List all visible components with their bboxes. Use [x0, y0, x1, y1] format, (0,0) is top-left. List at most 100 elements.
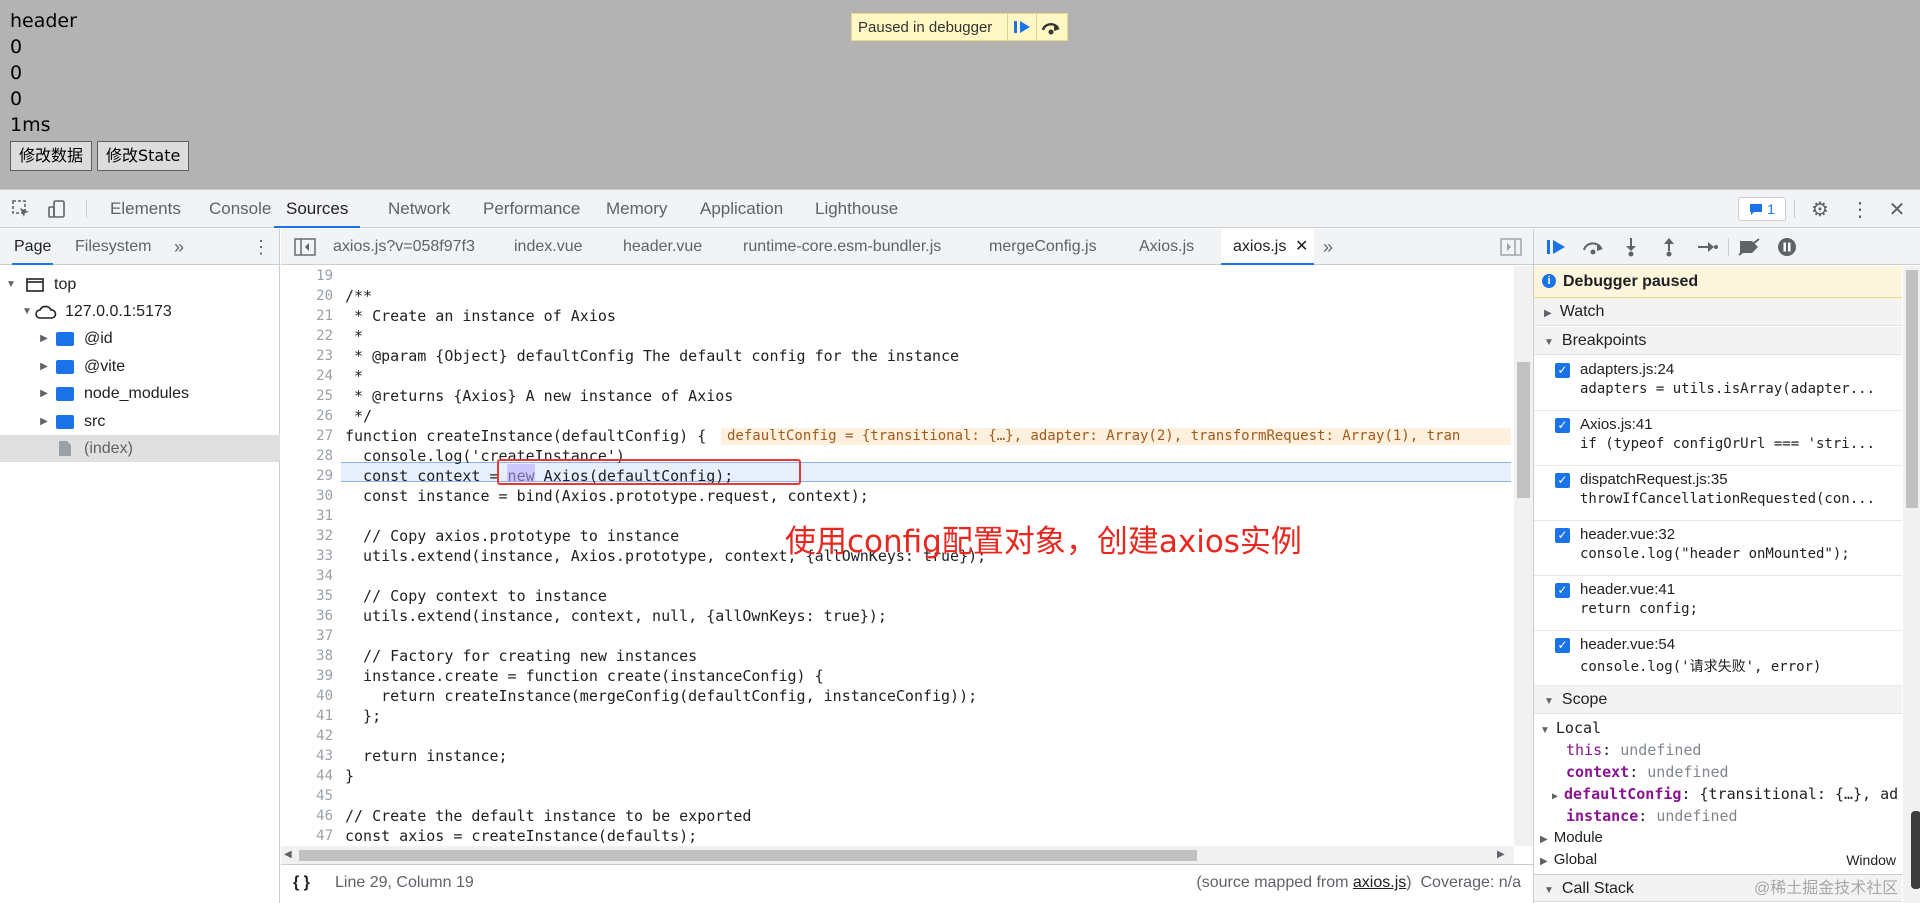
- checkbox-checked-icon[interactable]: ✓: [1555, 638, 1570, 653]
- tab-filesystem[interactable]: Filesystem: [75, 229, 151, 265]
- code-line: 36 utils.extend(instance, context, null,…: [316, 607, 887, 625]
- issues-button[interactable]: 1: [1738, 197, 1786, 221]
- scope-module-header[interactable]: ▶ Module: [1540, 827, 1603, 849]
- breakpoint-item[interactable]: ✓ header.vue:41 return config;: [1534, 576, 1902, 631]
- paused-overlay: Paused in debugger: [851, 13, 1068, 41]
- resume-icon[interactable]: [1545, 238, 1567, 256]
- file-tab[interactable]: header.vue: [623, 229, 702, 265]
- code-line: 30 const instance = bind(Axios.prototype…: [316, 487, 869, 505]
- scroll-left-icon[interactable]: ◀: [284, 849, 292, 860]
- resume-button[interactable]: [1007, 14, 1036, 40]
- tab-page[interactable]: Page: [12, 229, 54, 265]
- step-over-icon[interactable]: [1581, 238, 1605, 256]
- file-tab-active[interactable]: axios.js ✕: [1221, 229, 1315, 265]
- file-tab[interactable]: mergeConfig.js: [989, 229, 1097, 265]
- collapsed-arrow-icon: ▶: [40, 333, 48, 344]
- tree-item-label: 127.0.0.1:5173: [65, 302, 172, 320]
- tab-console[interactable]: Console: [209, 190, 271, 228]
- inspect-element-icon[interactable]: [10, 198, 32, 220]
- tab-elements[interactable]: Elements: [110, 190, 181, 228]
- folder-icon: [56, 386, 74, 401]
- tree-item-host[interactable]: ▼ 127.0.0.1:5173: [0, 298, 280, 325]
- close-devtools-icon[interactable]: ✕: [1886, 198, 1908, 221]
- breakpoints-section-header[interactable]: ▼ Breakpoints: [1534, 327, 1902, 355]
- breakpoint-item[interactable]: ✓ adapters.js:24 adapters = utils.isArray(…: [1534, 356, 1902, 411]
- tab-memory[interactable]: Memory: [606, 190, 667, 228]
- vertical-scrollbar[interactable]: [1514, 266, 1533, 846]
- file-tab[interactable]: index.vue: [514, 229, 583, 265]
- pretty-print-icon[interactable]: { }: [293, 874, 310, 892]
- collapsed-arrow-icon: ▶: [1540, 856, 1548, 867]
- toolbar-divider: [1794, 200, 1795, 218]
- scope-local-header[interactable]: ▼ Local: [1540, 717, 1601, 739]
- global-value: Window: [1846, 852, 1896, 868]
- resume-icon: [1014, 21, 1030, 33]
- tab-performance[interactable]: Performance: [483, 190, 580, 228]
- tree-item-node-modules[interactable]: ▶ node_modules: [0, 380, 280, 407]
- file-tab[interactable]: Axios.js: [1139, 229, 1194, 265]
- toggle-navigator-icon[interactable]: [294, 238, 316, 256]
- breakpoint-item[interactable]: ✓ Axios.js:41 if (typeof configOrUrl === '…: [1534, 411, 1902, 466]
- scroll-right-icon[interactable]: ▶: [1497, 849, 1505, 860]
- checkbox-checked-icon[interactable]: ✓: [1555, 418, 1570, 433]
- device-toolbar-icon[interactable]: [46, 198, 68, 220]
- tree-item-label: (index): [84, 439, 133, 457]
- scrollbar-thumb[interactable]: [299, 850, 1197, 861]
- source-map-link[interactable]: axios.js: [1353, 874, 1406, 891]
- tree-item-index[interactable]: (index): [0, 435, 280, 462]
- more-options-icon[interactable]: ⋮: [1849, 198, 1871, 221]
- more-tabs-icon[interactable]: »: [174, 229, 184, 265]
- tree-item-id[interactable]: ▶ @id: [0, 325, 280, 352]
- breakpoint-item[interactable]: ✓ header.vue:32 console.log("header onMoun…: [1534, 521, 1902, 576]
- breakpoint-item[interactable]: ✓ header.vue:54 console.log('请求失败', error): [1534, 631, 1902, 686]
- toggle-debugger-icon[interactable]: [1500, 238, 1522, 256]
- code-line: 40 return createInstance(mergeConfig(def…: [316, 687, 978, 705]
- collapsed-arrow-icon: ▶: [40, 388, 48, 399]
- watch-section-header[interactable]: ▶ Watch: [1534, 298, 1902, 326]
- scrollbar-thumb[interactable]: [1906, 270, 1918, 508]
- checkbox-checked-icon[interactable]: ✓: [1555, 363, 1570, 378]
- tree-item-top[interactable]: ▼ top: [0, 271, 280, 298]
- horizontal-scrollbar[interactable]: ◀ ▶: [281, 846, 1514, 864]
- pause-on-exceptions-icon[interactable]: [1777, 237, 1797, 257]
- tab-application[interactable]: Application: [700, 190, 783, 228]
- tree-item-src[interactable]: ▶ src: [0, 408, 280, 435]
- code-line: 46// Create the default instance to be e…: [316, 807, 752, 825]
- more-tabs-icon[interactable]: »: [1323, 229, 1333, 265]
- modify-data-button[interactable]: 修改数据: [10, 141, 93, 171]
- inspected-page: header 0 0 0 1ms 修改数据 修改State Paused in …: [0, 0, 1920, 189]
- code-view[interactable]: 19 20/** 21 * Create an instance of Axio…: [281, 266, 1511, 846]
- file-tab-label: axios.js: [1233, 238, 1287, 255]
- sidebar-scrollbar[interactable]: [1903, 266, 1920, 903]
- checkbox-checked-icon[interactable]: ✓: [1555, 583, 1570, 598]
- file-tab[interactable]: runtime-core.esm-bundler.js: [743, 229, 941, 265]
- scope-global-header[interactable]: ▶ Global Window: [1540, 849, 1900, 871]
- deactivate-breakpoints-icon[interactable]: [1737, 238, 1761, 256]
- checkbox-checked-icon[interactable]: ✓: [1555, 528, 1570, 543]
- step-into-icon[interactable]: [1622, 237, 1640, 257]
- close-tab-icon[interactable]: ✕: [1295, 229, 1308, 265]
- navigator-menu-icon[interactable]: ⋮: [252, 229, 270, 265]
- breakpoint-item[interactable]: ✓ dispatchRequest.js:35 throwIfCancellatio…: [1534, 466, 1902, 521]
- settings-gear-icon[interactable]: ⚙: [1809, 198, 1831, 221]
- tab-lighthouse[interactable]: Lighthouse: [815, 190, 898, 228]
- cloud-icon: [35, 305, 57, 319]
- scope-variable[interactable]: ▶ defaultConfig: {transitional: {…}, ad: [1552, 783, 1898, 805]
- step-over-button[interactable]: [1036, 14, 1065, 40]
- scope-section-header[interactable]: ▼ Scope: [1534, 686, 1902, 714]
- navigator-tabs: Page Filesystem » ⋮: [0, 229, 279, 265]
- tree-item-label: top: [54, 275, 77, 293]
- checkbox-checked-icon[interactable]: ✓: [1555, 473, 1570, 488]
- code-line: 19: [316, 268, 333, 284]
- tab-network[interactable]: Network: [388, 190, 450, 228]
- file-tab[interactable]: axios.js?v=058f97f3: [333, 229, 475, 265]
- tab-sources[interactable]: Sources: [274, 190, 361, 228]
- expanded-arrow-icon: ▼: [1544, 337, 1554, 348]
- step-out-icon[interactable]: [1660, 237, 1678, 257]
- scrollbar-thumb[interactable]: [1517, 362, 1530, 498]
- step-over-icon: [1041, 23, 1060, 35]
- tree-item-vite[interactable]: ▶ @vite: [0, 353, 280, 380]
- step-icon[interactable]: [1696, 238, 1718, 256]
- code-line: 21 * Create an instance of Axios: [316, 307, 616, 325]
- modify-state-button[interactable]: 修改State: [97, 141, 190, 171]
